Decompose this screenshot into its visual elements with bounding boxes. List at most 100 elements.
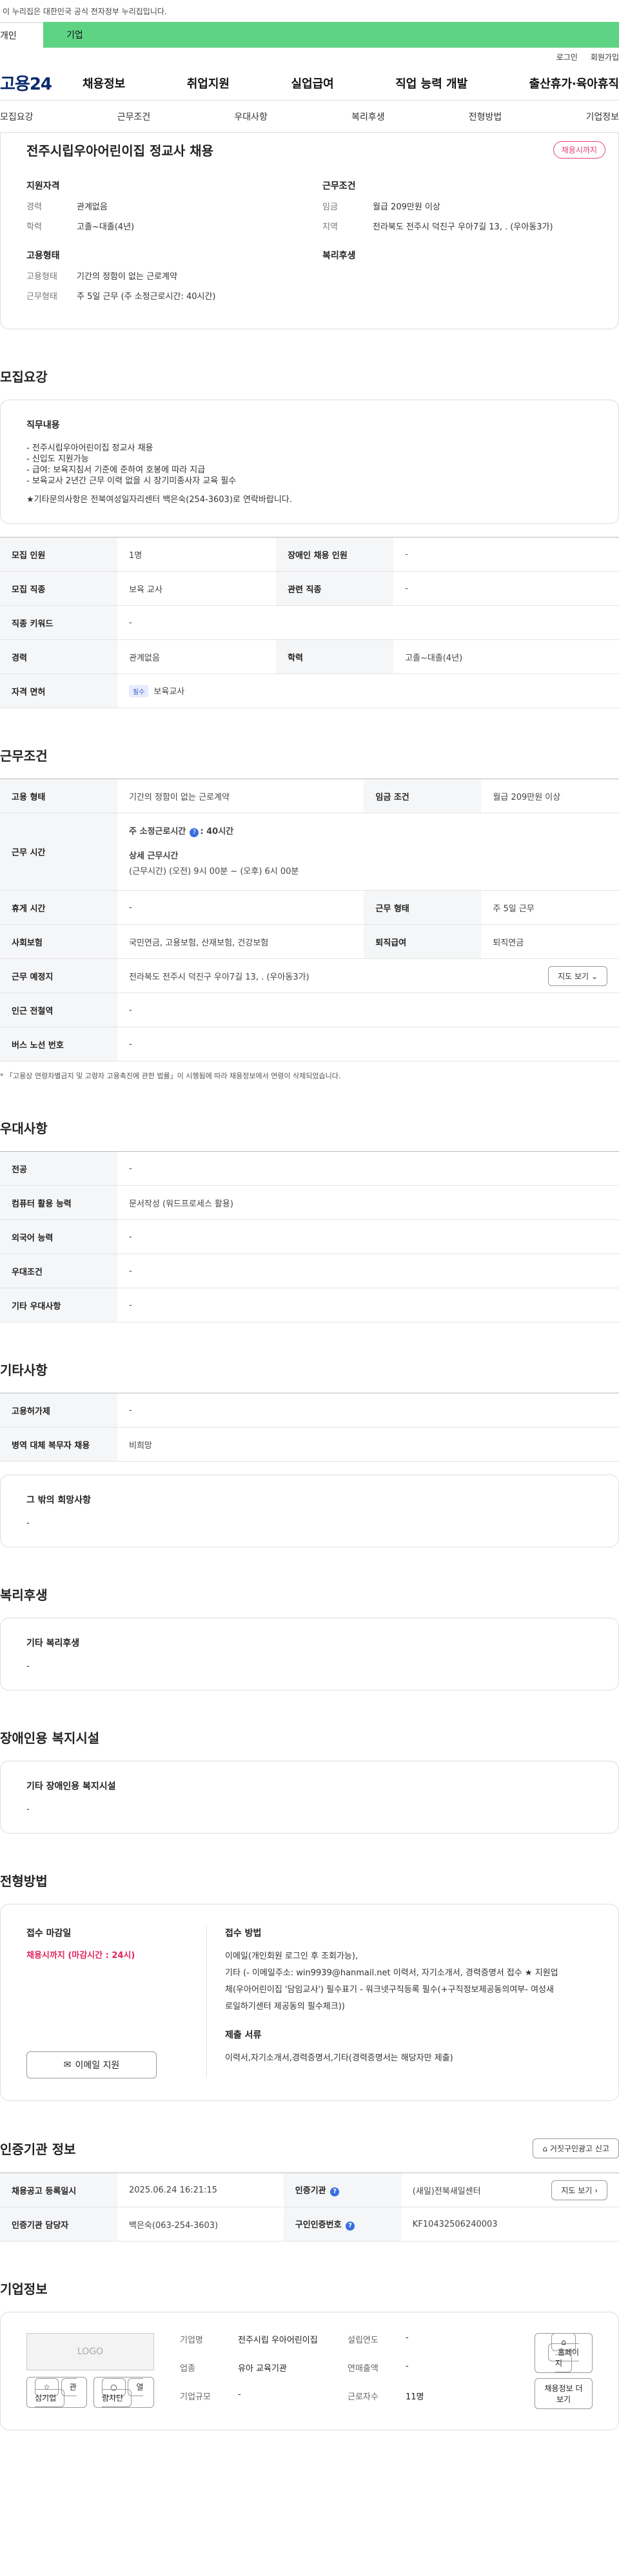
table-cell: 보육 교사	[117, 571, 277, 606]
kv-label: 임금	[322, 202, 338, 212]
work-table: 고용 형태 기간의 정함이 없는 근로계약 임금 조건 월급 209만원 이상 …	[0, 779, 619, 1061]
table-row: 전공 -	[0, 1151, 619, 1186]
tab-company[interactable]: 기업	[43, 22, 619, 48]
more-jobs-button[interactable]: 채용정보 더보기	[535, 2378, 593, 2409]
table-header: 인증기관 ?	[283, 2173, 401, 2207]
table-cell: 전라북도 전주시 덕진구 우아7길 13, . (우아동3가) 지도 보기 ⌄	[117, 958, 619, 993]
cert-no-label: 구인인증번호	[295, 2220, 342, 2230]
table-header: 인증기관 담당자	[0, 2207, 117, 2242]
company-info-value: -	[406, 2361, 409, 2371]
table-row: 근무 예정지 전라북도 전주시 덕진구 우아7길 13, . (우아동3가) 지…	[0, 958, 619, 993]
etc-table: 고용허가제 - 병역 대체 복무자 채용 비희망	[0, 1393, 619, 1462]
company-info-value: -	[406, 2333, 409, 2343]
subnav-recruit[interactable]: 모집요강	[0, 110, 34, 123]
kv-value: 관계없음	[77, 202, 108, 212]
table-row: 컴퓨터 활용 능력 문서작성 (워드프로세스 활용)	[0, 1185, 619, 1220]
cert-map-button[interactable]: 지도 보기 ›	[551, 2180, 607, 2200]
block-view-button[interactable]: ○ 열람차단	[93, 2377, 154, 2408]
method-line: 로일하기센터 제공동의 필수체크))	[225, 2002, 345, 2011]
table-cell: -	[117, 993, 619, 1027]
gov-banner: 이 누리집은 대한민국 공식 전자정부 누리집입니다.	[0, 0, 619, 22]
company-info-label: 업종	[180, 2364, 195, 2374]
table-row: 외국어 능력 -	[0, 1219, 619, 1254]
table-header: 인근 전철역	[0, 993, 117, 1027]
subnav-welfare[interactable]: 복리후생	[351, 110, 385, 123]
main-nav: 고용24 채용정보 취업지원 실업급여 직업 능력 개발 출산휴가·육아휴직	[0, 66, 619, 101]
tab-personal[interactable]: 개인	[0, 22, 43, 48]
table-cell: 주 5일 근무	[481, 890, 619, 925]
duty-line: - 신입도 지원가능	[26, 454, 89, 464]
table-header: 버스 노선 번호	[0, 1027, 117, 1061]
report-button[interactable]: ⌂ 거짓구인광고 신고	[533, 2138, 619, 2158]
company-info: 기업명 전주시립 우아어린이집 설립연도 - 업종 유아 교육기관 연매출액 -…	[180, 2333, 509, 2409]
table-header: 자격 면허	[0, 673, 117, 708]
email-apply-label: 이메일 지원	[75, 2060, 120, 2071]
table-row: 인증기관 담당자 백은숙(063-254-3603) 구인인증번호 ? KF10…	[0, 2207, 619, 2242]
table-row: 고용 형태 기간의 정함이 없는 근로계약 임금 조건 월급 209만원 이상	[0, 779, 619, 813]
question-icon[interactable]: ?	[346, 2222, 355, 2231]
tab-personal-label: 개인	[0, 31, 17, 41]
duty-box: 직무내용 - 전주시립우아어린이집 정교사 채용 - 신입도 지원가능 - 급여…	[0, 400, 619, 524]
table-cell: 기간의 정함이 없는 근로계약	[117, 779, 364, 813]
table-header: 근무 형태	[364, 890, 482, 925]
company-box: LOGO ☆ 관심기업 ○ 열람차단 기업명 전주시립 우아어린이집 설립연도 …	[0, 2312, 619, 2430]
job-summary-card: 전주시립우아어린이집 정교사 채용 채용시까지 지원자격 경력 관계없음 학력 고졸…	[0, 133, 619, 329]
table-cell: (새일)전북새일센터 지도 보기 ›	[400, 2173, 619, 2207]
subnav-conditions[interactable]: 근무조건	[117, 110, 151, 123]
table-header: 전공	[0, 1151, 117, 1186]
table-header: 근무 예정지	[0, 958, 117, 993]
company-logo: LOGO	[26, 2333, 154, 2370]
kv-label: 근무형태	[26, 292, 57, 302]
subnav-preference[interactable]: 우대사항	[234, 110, 268, 123]
job-title: 전주시립우아어린이집 정교사 채용	[26, 142, 213, 159]
kv-label: 고용형태	[26, 272, 57, 282]
nav-vocational-training[interactable]: 직업 능력 개발	[395, 75, 467, 92]
duty-heading: 직무내용	[26, 420, 60, 431]
work-section-title: 근무조건	[0, 748, 48, 764]
cert-section-title: 인증기관 정보	[0, 2142, 76, 2157]
subnav-process[interactable]: 전형방법	[469, 110, 502, 123]
table-cell: 비희망	[117, 1427, 619, 1462]
subnav-company[interactable]: 기업정보	[585, 110, 619, 123]
signup-link[interactable]: 회원가입	[591, 52, 619, 63]
favorite-company-button[interactable]: ☆ 관심기업	[26, 2377, 88, 2408]
site-logo[interactable]: 고용24	[0, 71, 83, 95]
table-cell: -	[117, 890, 364, 925]
homepage-button[interactable]: ⌂ 홈페이지	[535, 2333, 593, 2373]
nav-unemployment-benefit[interactable]: 실업급여	[291, 75, 334, 92]
table-header: 병역 대체 복무자 채용	[0, 1427, 117, 1462]
nav-maternity-leave[interactable]: 출산휴가·육아휴직	[529, 75, 619, 92]
util-links: 로그인 회원가입	[0, 48, 619, 66]
gov-banner-text: 이 누리집은 대한민국 공식 전자정부 누리집입니다.	[3, 6, 167, 16]
map-button[interactable]: 지도 보기 ⌄	[548, 965, 607, 986]
table-header: 퇴직급여	[364, 924, 482, 959]
kv-value: 기간의 정함이 없는 근로계약	[77, 272, 177, 282]
kv-value: 고졸~대졸(4년)	[77, 222, 135, 232]
license-value: 보육교사	[153, 687, 185, 697]
disabled-box: 기타 장애인용 복지시설 -	[0, 1761, 619, 1834]
recruit-section-title: 모집요강	[0, 369, 48, 385]
condition-heading: 근무조건	[322, 181, 356, 191]
method-line: 기타 (- 이메일주소: win9939@hanmail.net 이력서, 자기…	[225, 1968, 558, 1978]
docs-heading: 제출 서류	[225, 2030, 262, 2040]
question-icon[interactable]: ?	[190, 828, 199, 837]
table-row: 사회보험 국민연금, 고용보험, 산재보험, 건강보험 퇴직급여 퇴직연금	[0, 924, 619, 959]
table-header: 사회보험	[0, 924, 117, 959]
table-header: 경력	[0, 639, 117, 674]
table-row: 병역 대체 복무자 채용 비희망	[0, 1427, 619, 1462]
deadline-value: 채용시까지 (마감시간 : 24시)	[26, 1951, 135, 1961]
login-link[interactable]: 로그인	[556, 52, 578, 63]
kv-value: 주 5일 근무 (주 소정근로시간: 40시간)	[77, 292, 216, 302]
table-row: 휴게 시간 - 근무 형태 주 5일 근무	[0, 890, 619, 925]
question-icon[interactable]: ?	[330, 2187, 340, 2196]
nav-employment-support[interactable]: 취업지원	[187, 75, 230, 92]
email-apply-button[interactable]: ✉ 이메일 지원	[26, 2051, 157, 2078]
table-header: 고용허가제	[0, 1393, 117, 1428]
company-info-label: 기업규모	[180, 2392, 211, 2402]
company-info-label: 설립연도	[348, 2336, 378, 2345]
nav-jobs[interactable]: 채용정보	[83, 75, 125, 92]
table-header: 학력	[276, 639, 394, 674]
table-cell: -	[117, 1288, 619, 1322]
section-nav: 모집요강 근무조건 우대사항 복리후생 전형방법 기업정보	[0, 101, 619, 133]
status-badge: 채용시까지	[553, 140, 605, 159]
